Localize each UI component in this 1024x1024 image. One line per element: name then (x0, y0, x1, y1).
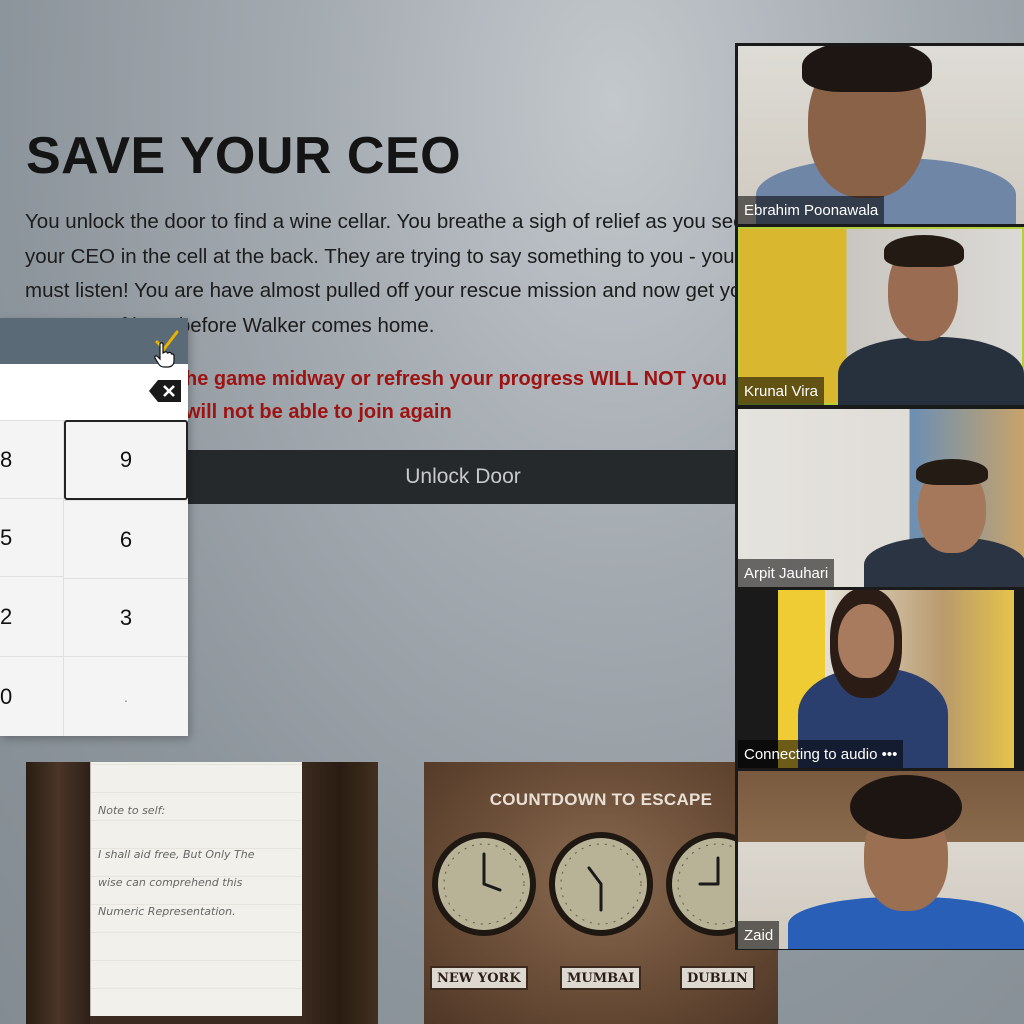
city-label: MUMBAI (560, 966, 642, 990)
keypad-key-dot[interactable]: . (64, 656, 188, 736)
keypad-key[interactable]: 8 (0, 420, 64, 498)
keypad-key[interactable]: 3 (64, 578, 188, 656)
participant-name: Krunal Vira (738, 377, 824, 405)
page-title: SAVE YOUR CEO (26, 127, 462, 185)
note-paper (90, 762, 303, 1016)
participant-tile[interactable]: Arpit Jauhari (738, 409, 1024, 587)
keypad-display[interactable] (0, 364, 188, 421)
keypad-key[interactable]: 6 (64, 500, 188, 578)
note-line: Numeric Representation. (98, 905, 236, 918)
clock-icon (432, 832, 536, 936)
keypad-key[interactable]: 2 (0, 576, 64, 656)
clock-icon (666, 832, 736, 936)
participant-name: Connecting to audio ••• (738, 740, 904, 768)
keypad-key-selected[interactable]: 9 (64, 420, 188, 500)
city-label: DUBLIN (680, 966, 755, 990)
participant-name: Arpit Jauhari (738, 559, 835, 587)
participant-name: Zaid (738, 921, 780, 949)
participant-tile[interactable]: Zaid (738, 771, 1024, 949)
participant-tile[interactable]: Connecting to audio ••• (738, 590, 1024, 768)
note-line: I shall aid free, But Only The (98, 848, 255, 861)
warning-text: he game midway or refresh your progress … (185, 368, 727, 423)
participant-tile-active[interactable]: Krunal Vira (738, 227, 1024, 405)
numeric-keypad: 8 9 5 6 2 3 0 . (0, 318, 188, 736)
note-line: Note to self: (98, 804, 166, 817)
hand-cursor-icon (154, 342, 175, 368)
countdown-title: COUNTDOWN TO ESCAPE (489, 790, 713, 809)
wood-panel (302, 762, 378, 1024)
note-image-card[interactable]: Note to self: I shall aid free, But Only… (26, 762, 378, 1024)
city-label: NEW YORK (430, 966, 528, 990)
keypad-key[interactable]: 5 (0, 498, 64, 576)
note-line: wise can comprehend this (98, 876, 243, 889)
escape-game-page: SAVE YOUR CEO You unlock the door to fin… (0, 0, 1024, 1024)
participant-tile[interactable]: Ebrahim Poonawala (738, 46, 1024, 224)
backspace-icon[interactable] (148, 379, 182, 403)
unlock-door-button[interactable]: Unlock Door (188, 450, 738, 504)
wood-panel (26, 762, 90, 1024)
clock-icon (549, 832, 653, 936)
participant-name: Ebrahim Poonawala (738, 196, 885, 224)
video-gallery-panel: Ebrahim Poonawala Krunal Vira Arpit Jauh… (735, 43, 1024, 950)
keypad-key[interactable]: 0 (0, 656, 64, 736)
